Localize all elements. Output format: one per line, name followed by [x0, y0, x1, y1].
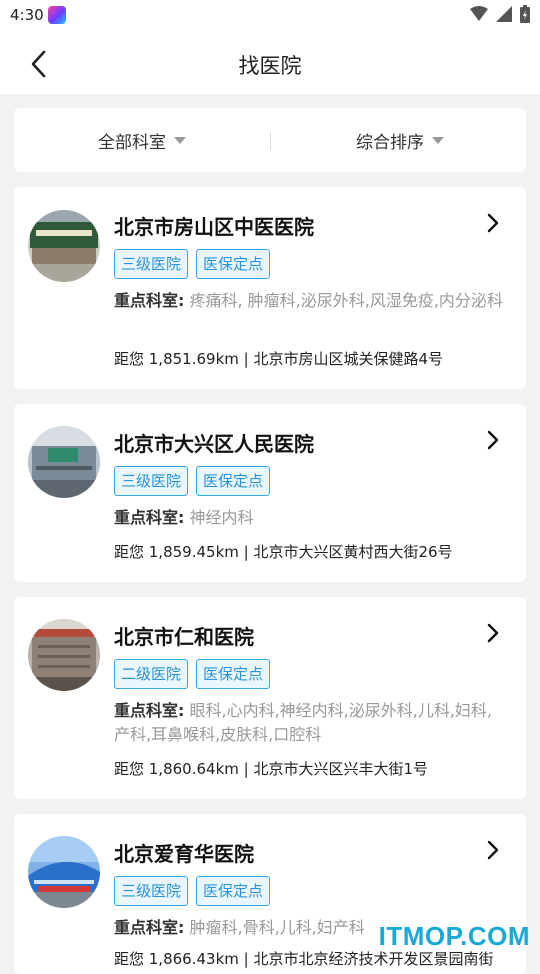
- department-filter-label: 全部科室: [98, 132, 166, 153]
- site-watermark: ITMOP.COM: [378, 921, 530, 951]
- insurance-badge: 医保定点: [196, 466, 271, 496]
- battery-icon: [520, 5, 530, 23]
- hospital-level-badge: 三级医院: [114, 466, 189, 496]
- chevron-right-icon: [487, 430, 499, 450]
- key-departments-label: 重点科室:: [114, 701, 185, 720]
- chevron-right-icon: [487, 213, 499, 233]
- status-bar: 4:30: [0, 0, 540, 32]
- insurance-badge: 医保定点: [196, 249, 271, 279]
- hospital-tags: 二级医院 医保定点: [114, 659, 271, 689]
- sort-filter-label: 综合排序: [356, 132, 424, 153]
- hospital-photo: [28, 836, 100, 908]
- caret-down-icon: [174, 136, 186, 144]
- hospital-name: 北京市房山区中医医院: [114, 215, 314, 239]
- hospital-name: 北京市大兴区人民医院: [114, 432, 314, 456]
- app-notification-icon: [48, 6, 66, 24]
- key-departments: 重点科室: 眼科,心内科,神经内科,泌尿外科,儿科,妇科,产科,耳鼻喉科,皮肤科…: [114, 699, 506, 747]
- status-time: 4:30: [10, 6, 44, 24]
- hospital-photo: [28, 619, 100, 691]
- filter-bar: 全部科室 综合排序: [14, 108, 526, 172]
- distance-address: 距您 1,851.69km | 北京市房山区城关保健路4号: [114, 350, 443, 368]
- key-departments-label: 重点科室:: [114, 918, 185, 937]
- app-header: 找医院: [0, 32, 540, 94]
- page-title: 找医院: [238, 54, 302, 78]
- distance-address: 距您 1,859.45km | 北京市大兴区黄村西大街26号: [114, 543, 453, 561]
- chevron-right-icon: [487, 623, 499, 643]
- caret-down-icon: [432, 136, 444, 144]
- hospital-card[interactable]: 北京市大兴区人民医院 三级医院 医保定点 重点科室: 神经内科 距您 1,859…: [14, 404, 526, 582]
- key-departments-value: 神经内科: [189, 508, 254, 527]
- hospital-card[interactable]: 北京市房山区中医医院 三级医院 医保定点 重点科室: 疼痛科, 肿瘤科,泌尿外科…: [14, 187, 526, 389]
- hospital-card[interactable]: 北京市仁和医院 二级医院 医保定点 重点科室: 眼科,心内科,神经内科,泌尿外科…: [14, 597, 526, 799]
- hospital-level-badge: 三级医院: [114, 249, 189, 279]
- chevron-right-icon: [487, 840, 499, 860]
- key-departments: 重点科室: 疼痛科, 肿瘤科,泌尿外科,风湿免疫,内分泌科: [114, 289, 506, 313]
- signal-icon: [496, 6, 512, 22]
- hospital-name: 北京爱育华医院: [114, 842, 254, 866]
- wifi-icon: [470, 6, 488, 21]
- insurance-badge: 医保定点: [196, 659, 271, 689]
- insurance-badge: 医保定点: [196, 876, 271, 906]
- key-departments-value: 肿瘤科,骨科,儿科,妇产科: [189, 918, 365, 937]
- hospital-name: 北京市仁和医院: [114, 625, 254, 649]
- hospital-photo: [28, 210, 100, 282]
- key-departments-value: 疼痛科, 肿瘤科,泌尿外科,风湿免疫,内分泌科: [189, 291, 503, 310]
- status-icons: [470, 5, 530, 23]
- hospital-tags: 三级医院 医保定点: [114, 466, 271, 496]
- hospital-photo: [28, 426, 100, 498]
- department-filter-dropdown[interactable]: 全部科室: [98, 108, 186, 172]
- hospital-tags: 三级医院 医保定点: [114, 876, 271, 906]
- key-departments: 重点科室: 神经内科: [114, 506, 506, 530]
- key-departments-label: 重点科室:: [114, 508, 185, 527]
- distance-address: 距您 1,860.64km | 北京市大兴区兴丰大街1号: [114, 760, 428, 778]
- hospital-tags: 三级医院 医保定点: [114, 249, 271, 279]
- hospital-level-badge: 三级医院: [114, 876, 189, 906]
- hospital-level-badge: 二级医院: [114, 659, 189, 689]
- filter-divider: [270, 132, 271, 150]
- key-departments-label: 重点科室:: [114, 291, 185, 310]
- sort-filter-dropdown[interactable]: 综合排序: [356, 108, 444, 172]
